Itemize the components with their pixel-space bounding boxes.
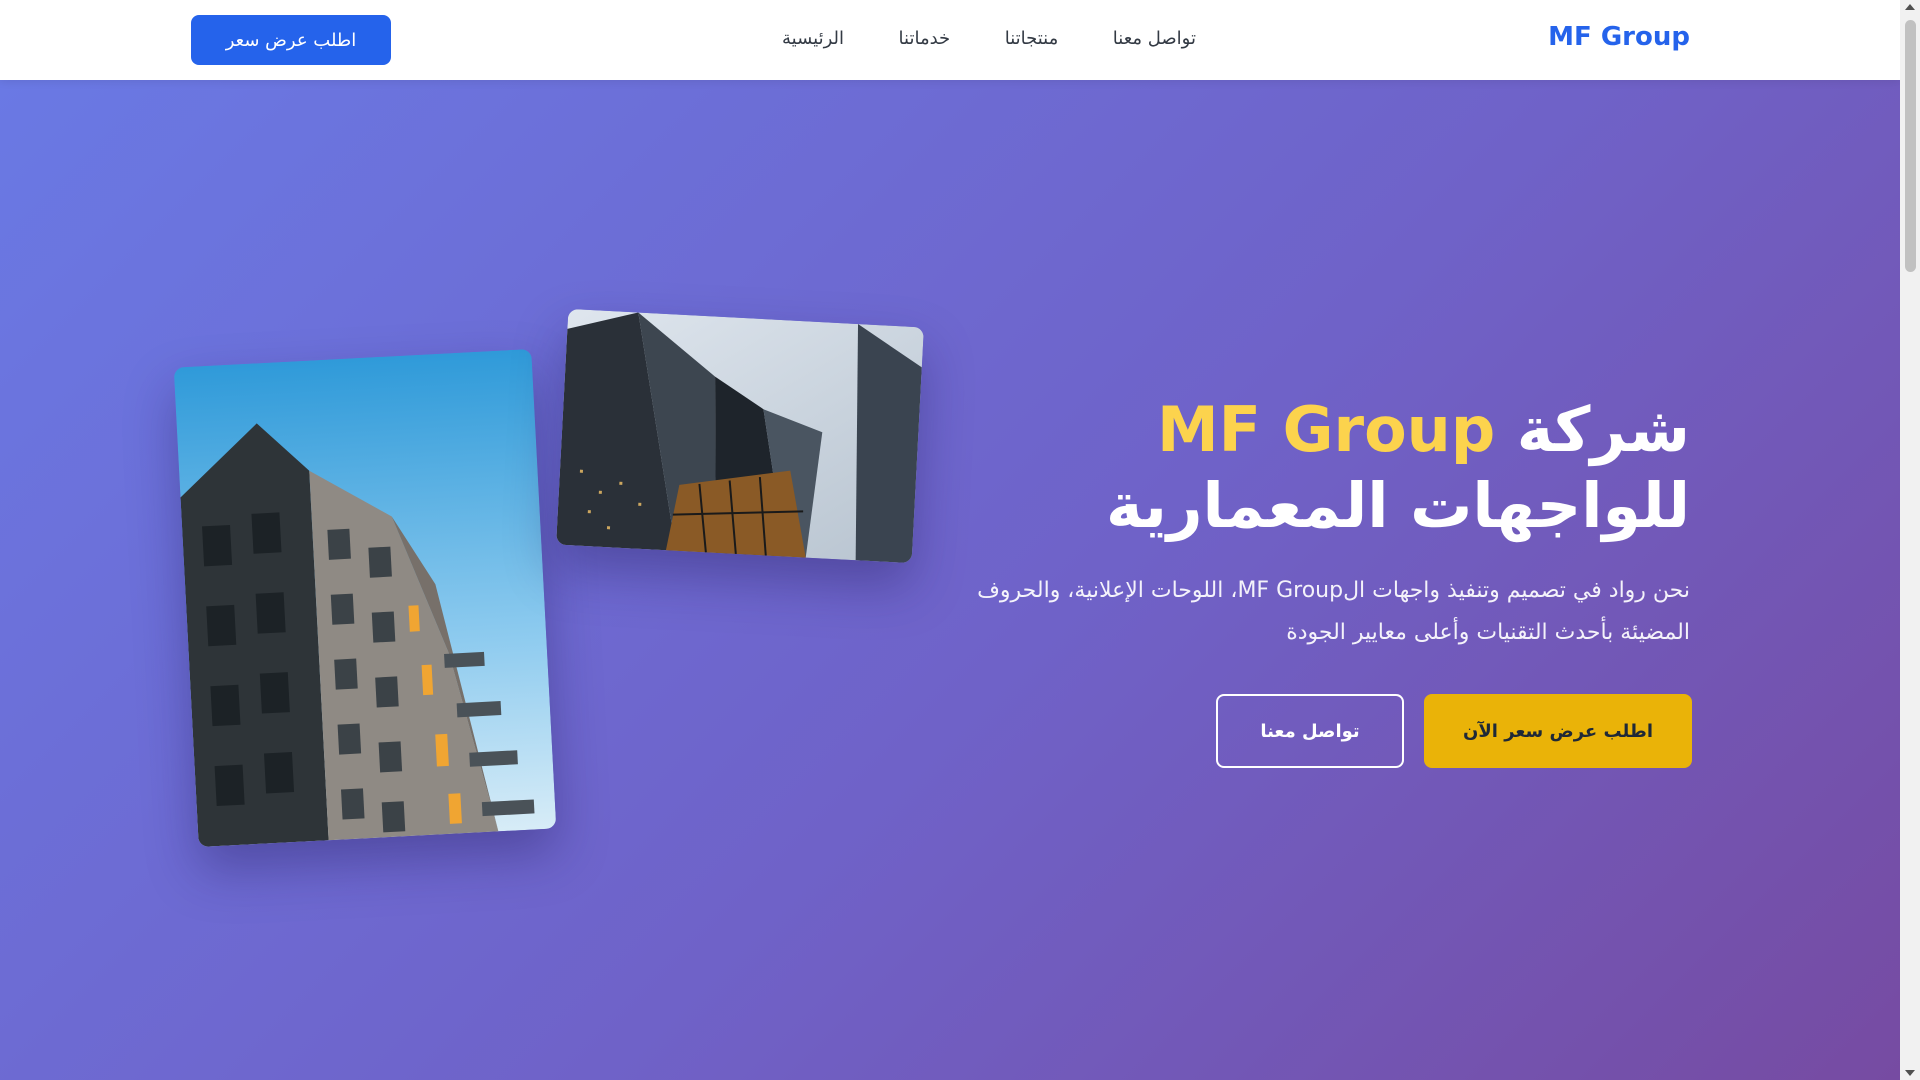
request-quote-now-button[interactable]: اطلب عرض سعر الآن <box>1424 694 1692 768</box>
site-header: MF Group الرئيسية خدماتنا منتجاتنا تواصل… <box>0 0 1900 80</box>
nav-item-contact[interactable]: تواصل معنا <box>1113 28 1196 49</box>
scroll-up-icon[interactable] <box>1905 4 1915 10</box>
nav-item-products[interactable]: منتجاتنا <box>1005 28 1059 49</box>
main-nav: الرئيسية خدماتنا منتجاتنا تواصل معنا <box>782 28 1196 49</box>
skyscrapers-photo <box>556 308 924 564</box>
nav-item-services[interactable]: خدماتنا <box>899 28 951 49</box>
scroll-thumb[interactable] <box>1905 20 1916 272</box>
hero-title-line2: للواجهات المعمارية <box>1105 469 1690 542</box>
hero-section: شركة MF Group للواجهات المعمارية نحن روا… <box>0 80 1900 1080</box>
hero-title-prefix: شركة <box>1516 393 1690 466</box>
vertical-scrollbar[interactable] <box>1900 0 1920 1080</box>
logo[interactable]: MF Group <box>1548 22 1690 52</box>
scroll-down-icon[interactable] <box>1905 1070 1915 1076</box>
hero-title-brand: MF Group <box>1156 393 1496 466</box>
hero-title: شركة MF Group للواجهات المعمارية <box>930 392 1690 544</box>
residential-building-photo <box>173 348 557 848</box>
contact-us-button[interactable]: تواصل معنا <box>1216 694 1404 768</box>
nav-item-home[interactable]: الرئيسية <box>782 28 844 49</box>
hero-subtitle: نحن رواد في تصميم وتنفيذ واجهات الMF Gro… <box>977 578 1690 645</box>
request-quote-button[interactable]: اطلب عرض سعر <box>191 15 391 65</box>
